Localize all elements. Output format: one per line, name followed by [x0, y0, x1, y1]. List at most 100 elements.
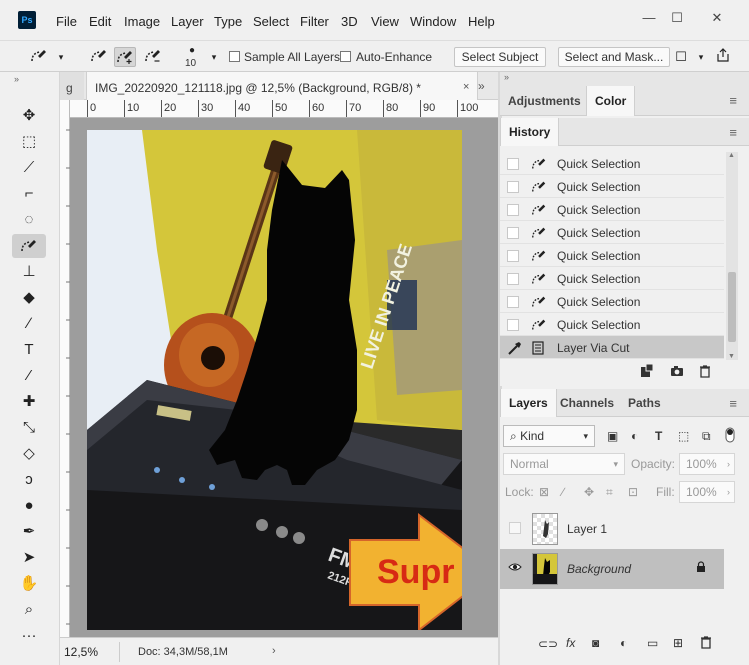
- sample-all-layers-checkbox[interactable]: [229, 51, 240, 62]
- subtract-from-selection-icon[interactable]: [142, 47, 164, 67]
- history-source-checkbox[interactable]: [507, 319, 519, 331]
- menu-window[interactable]: Window: [410, 14, 456, 29]
- lasso-tool-icon[interactable]: ◌: [12, 208, 46, 232]
- history-brush-tool-icon[interactable]: ⤡: [12, 416, 46, 440]
- filter-pixel-layer-icon[interactable]: ▣: [607, 429, 618, 443]
- history-item[interactable]: Quick Selection: [500, 198, 724, 221]
- chevron-down-icon[interactable]: ▾: [50, 47, 72, 67]
- lock-artboard-icon[interactable]: ⌗: [606, 485, 613, 500]
- history-source-checkbox[interactable]: [507, 273, 519, 285]
- new-snapshot-camera-icon[interactable]: [670, 364, 684, 381]
- workspace-frame-icon[interactable]: ☐: [670, 47, 692, 67]
- layer-row-background[interactable]: Background: [500, 549, 724, 589]
- tab-active-document[interactable]: IMG_20220920_121118.jpg @ 12,5% (Backgro…: [86, 72, 478, 100]
- new-layer-icon[interactable]: ⊞: [673, 636, 683, 650]
- horizontal-ruler[interactable]: 0 10 20 30 40 50 60 70 80 90 100: [70, 100, 498, 118]
- history-item[interactable]: Quick Selection: [500, 152, 724, 175]
- history-source-checkbox[interactable]: [507, 227, 519, 239]
- tab-previous-document[interactable]: g: [60, 72, 84, 100]
- zoom-tool-icon[interactable]: ⌕: [12, 598, 46, 622]
- menu-3d[interactable]: 3D: [341, 14, 358, 29]
- fill-field[interactable]: 100% ›: [679, 481, 735, 503]
- more-tools-icon[interactable]: ···: [12, 624, 46, 648]
- tab-channels[interactable]: Channels: [552, 389, 622, 417]
- new-document-from-state-icon[interactable]: [640, 363, 654, 381]
- layers-menu-icon[interactable]: ≡: [729, 396, 737, 411]
- panel-menu-icon[interactable]: ≡: [729, 93, 737, 108]
- healing-brush-tool-icon[interactable]: ✚: [12, 390, 46, 414]
- menu-select[interactable]: Select: [253, 14, 289, 29]
- new-adjustment-layer-icon[interactable]: ◐: [620, 636, 627, 650]
- filter-smart-object-icon[interactable]: ⧉: [702, 429, 711, 444]
- layer-name[interactable]: Background: [567, 562, 631, 576]
- select-subject-button[interactable]: Select Subject: [454, 47, 546, 67]
- history-scrollbar[interactable]: ▲ ▼: [726, 152, 738, 360]
- tab-history[interactable]: History: [500, 118, 560, 146]
- opacity-field[interactable]: 100% ›: [679, 453, 735, 475]
- auto-enhance-checkbox[interactable]: [340, 51, 351, 62]
- new-selection-icon[interactable]: [88, 47, 110, 67]
- eraser-tool-icon[interactable]: ◇: [12, 442, 46, 466]
- maximize-button[interactable]: ☐: [664, 8, 690, 28]
- smudge-tool-icon[interactable]: ↄ: [12, 468, 46, 492]
- lock-position-icon[interactable]: ✥: [584, 485, 594, 499]
- select-and-mask-button[interactable]: Select and Mask...: [558, 47, 670, 67]
- history-item[interactable]: Quick Selection: [500, 175, 724, 198]
- history-brush-source-icon[interactable]: [507, 340, 523, 359]
- new-group-folder-icon[interactable]: ▭: [647, 636, 658, 650]
- history-item[interactable]: Quick Selection: [500, 244, 724, 267]
- history-source-checkbox[interactable]: [507, 204, 519, 216]
- zoom-level-field[interactable]: 12,5%: [60, 642, 120, 662]
- tab-color[interactable]: Color: [586, 86, 636, 116]
- dodge-tool-icon[interactable]: ●: [12, 494, 46, 518]
- filter-shape-layer-icon[interactable]: ⬚: [678, 429, 689, 443]
- tab-close-icon[interactable]: ×: [463, 81, 469, 93]
- layer-filter-kind-select[interactable]: ⌕ Kind ▾: [503, 425, 595, 447]
- menu-file[interactable]: File: [56, 14, 77, 29]
- path-selection-tool-icon[interactable]: ➤: [12, 546, 46, 570]
- menu-filter[interactable]: Filter: [300, 14, 329, 29]
- history-item[interactable]: Quick Selection: [500, 221, 724, 244]
- hand-tool-icon[interactable]: ✋: [12, 572, 46, 596]
- link-layers-icon[interactable]: ⊂⊃: [538, 637, 558, 651]
- eye-icon[interactable]: [508, 561, 522, 575]
- menu-image[interactable]: Image: [124, 14, 160, 29]
- workspace-chevron-icon[interactable]: ▾: [690, 47, 712, 67]
- brush-preview-icon[interactable]: ●: [189, 45, 195, 56]
- scroll-up-icon[interactable]: ▲: [728, 152, 735, 159]
- type-tool-icon[interactable]: T: [12, 338, 46, 362]
- lock-all-icon[interactable]: ⊡: [628, 485, 638, 499]
- collapse-toolbar-icon[interactable]: »: [14, 74, 19, 84]
- menu-type[interactable]: Type: [214, 14, 242, 29]
- tab-paths[interactable]: Paths: [620, 389, 669, 417]
- filter-toggle-icon[interactable]: [725, 427, 735, 446]
- quick-selection-preset-icon[interactable]: [28, 47, 50, 67]
- status-menu-arrow-icon[interactable]: ›: [272, 645, 276, 657]
- scroll-down-icon[interactable]: ▼: [728, 353, 735, 360]
- brush-tool-icon[interactable]: ∕: [12, 312, 46, 336]
- add-mask-icon[interactable]: ◙: [592, 636, 599, 650]
- history-scroll-thumb[interactable]: [728, 272, 736, 342]
- menu-view[interactable]: View: [371, 14, 399, 29]
- layer-style-fx-icon[interactable]: fx: [566, 636, 575, 650]
- add-to-selection-icon[interactable]: [114, 47, 136, 67]
- tabs-overflow-icon[interactable]: »: [478, 79, 485, 93]
- brush-size-value[interactable]: 10: [185, 58, 196, 69]
- share-icon[interactable]: [712, 47, 734, 67]
- stamp-tool-icon[interactable]: ⊥: [12, 260, 46, 284]
- history-source-checkbox[interactable]: [507, 181, 519, 193]
- history-item-selected[interactable]: Layer Via Cut: [500, 336, 724, 359]
- marquee-tool-icon[interactable]: ⬚: [12, 130, 46, 154]
- filter-type-layer-icon[interactable]: T: [655, 429, 662, 443]
- menu-help[interactable]: Help: [468, 14, 495, 29]
- menu-layer[interactable]: Layer: [171, 14, 204, 29]
- history-item[interactable]: Quick Selection: [500, 313, 724, 336]
- history-source-checkbox[interactable]: [507, 296, 519, 308]
- quick-selection-tool-icon[interactable]: [12, 234, 46, 258]
- delete-layer-trash-icon[interactable]: [699, 635, 713, 652]
- lasso-polygon-tool-icon[interactable]: ⟋: [12, 156, 46, 180]
- layer-visibility-toggle[interactable]: [509, 522, 521, 534]
- minimize-button[interactable]: —: [636, 8, 662, 28]
- canvas-image[interactable]: LIVE IN PEACE FM 212R Supr: [87, 130, 462, 630]
- lock-image-pixels-icon[interactable]: ∕: [562, 485, 564, 499]
